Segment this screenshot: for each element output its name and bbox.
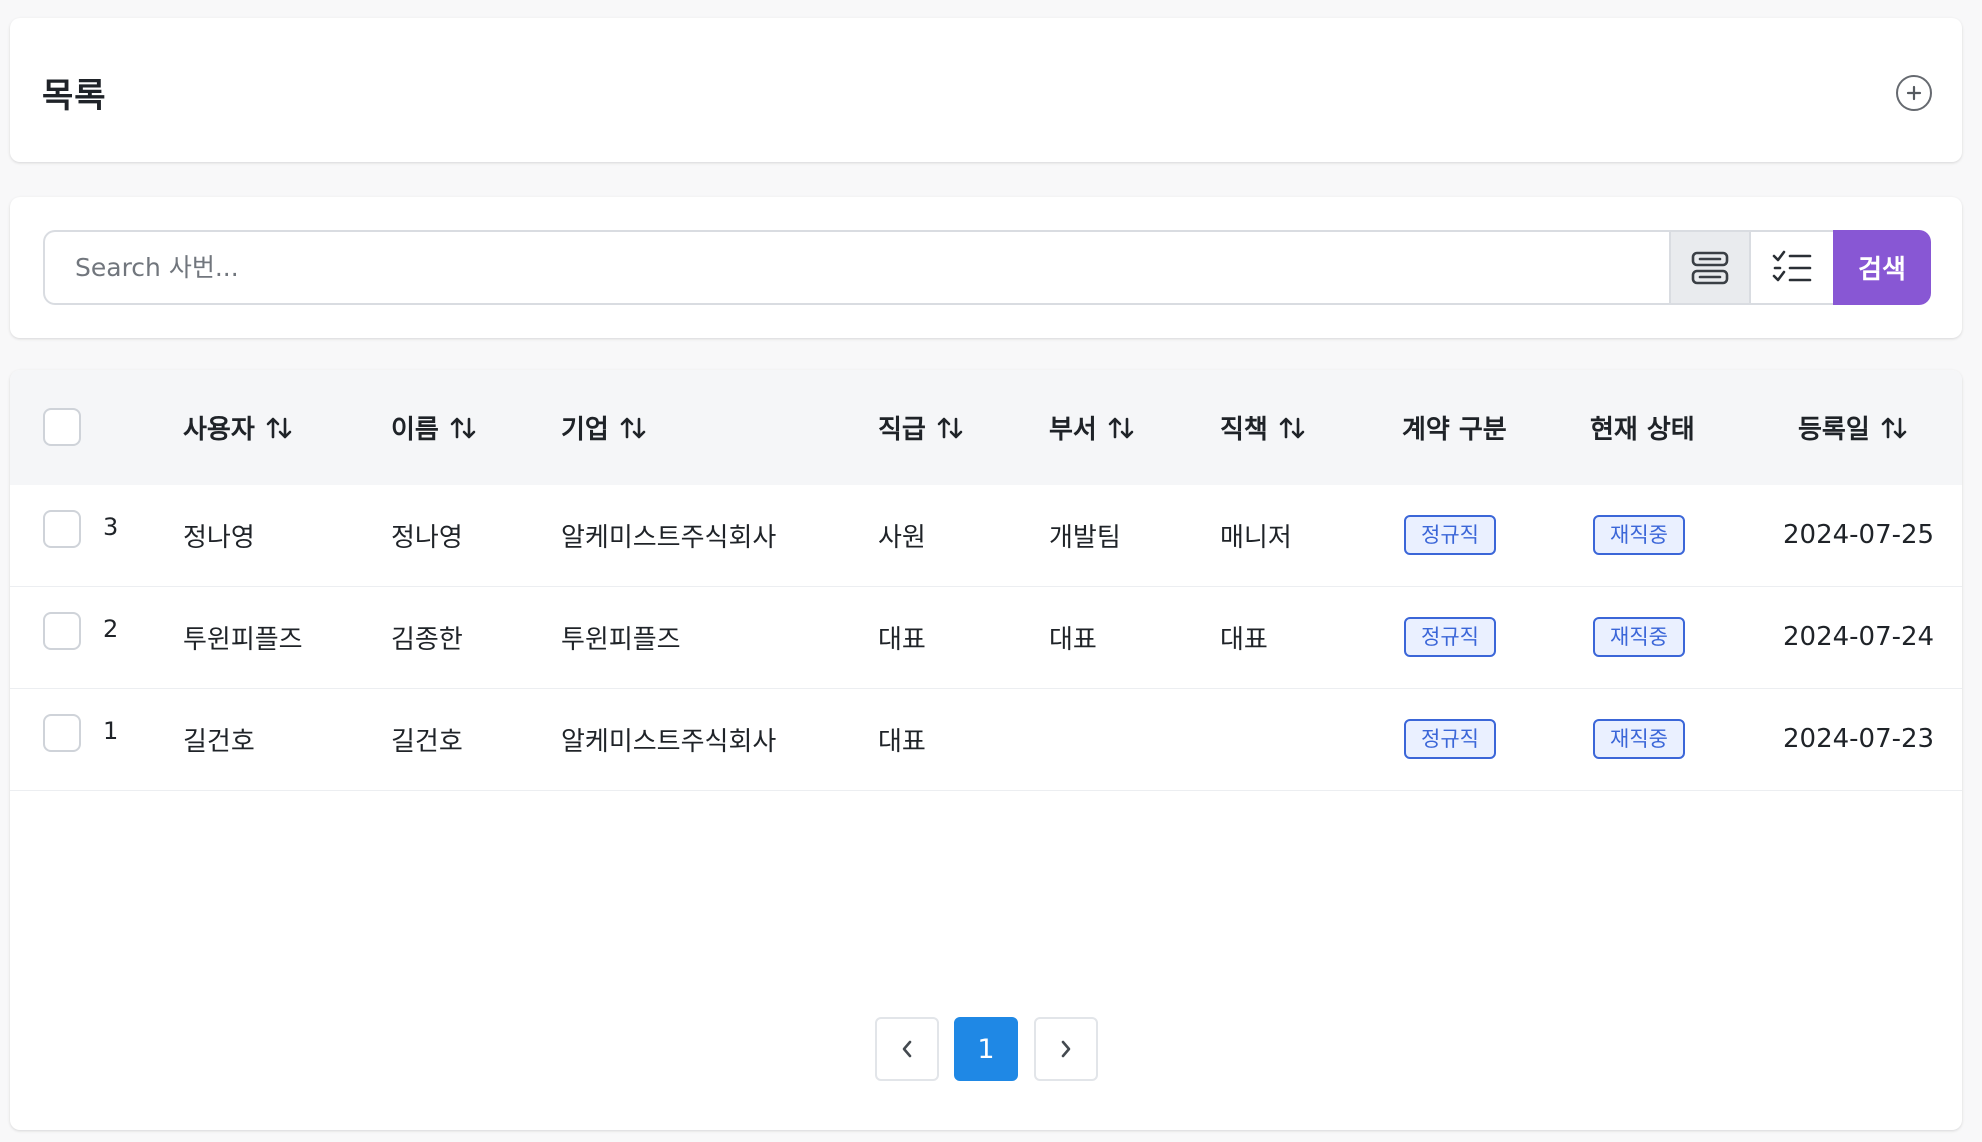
cell-user: 정나영 bbox=[183, 522, 255, 553]
column-header-rank[interactable]: 직급 bbox=[878, 370, 964, 485]
cell-company: 투윈피플즈 bbox=[561, 624, 681, 655]
cell-registered: 2024-07-25 bbox=[1783, 520, 1935, 550]
status-badge: 재직중 bbox=[1593, 719, 1685, 759]
search-card: 검색 bbox=[10, 197, 1962, 338]
column-label: 사용자 bbox=[183, 415, 255, 445]
row-id: 1 bbox=[103, 717, 119, 745]
table-card: 사용자 이름 기업 직급 부서 직책 계약 구분 현재 상태 등록일 3 정나영… bbox=[10, 370, 1962, 1130]
sort-icon bbox=[265, 416, 293, 440]
column-label: 기업 bbox=[561, 415, 609, 445]
cell-contract: 정규직 bbox=[1404, 689, 1496, 789]
next-page-button[interactable] bbox=[1034, 1017, 1098, 1081]
status-badge: 재직중 bbox=[1593, 617, 1685, 657]
column-label: 현재 상태 bbox=[1590, 415, 1695, 445]
column-label: 이름 bbox=[391, 415, 439, 445]
column-label: 계약 구분 bbox=[1402, 415, 1507, 445]
cell-name: 정나영 bbox=[391, 522, 463, 553]
search-bar: 검색 bbox=[43, 230, 1931, 305]
row-checkbox[interactable] bbox=[43, 714, 81, 752]
row-checkbox[interactable] bbox=[43, 510, 81, 548]
checklist-icon bbox=[1772, 250, 1812, 281]
server-list-icon bbox=[1691, 251, 1729, 284]
add-button[interactable] bbox=[1896, 75, 1932, 111]
cell-user: 투윈피플즈 bbox=[183, 624, 303, 655]
page-title: 목록 bbox=[42, 76, 107, 116]
row-id: 2 bbox=[103, 615, 119, 643]
row-checkbox[interactable] bbox=[43, 612, 81, 650]
cell-rank: 대표 bbox=[878, 624, 926, 655]
contract-badge: 정규직 bbox=[1404, 617, 1496, 657]
header-card: 목록 bbox=[10, 18, 1962, 162]
column-label: 직급 bbox=[878, 415, 926, 445]
column-label: 직책 bbox=[1220, 415, 1268, 445]
search-input[interactable] bbox=[43, 230, 1669, 305]
cell-dept: 개발팀 bbox=[1049, 522, 1121, 553]
pagination: 1 bbox=[10, 1017, 1962, 1081]
cell-contract: 정규직 bbox=[1404, 587, 1496, 687]
status-badge: 재직중 bbox=[1593, 515, 1685, 555]
checklist-view-button[interactable] bbox=[1751, 230, 1833, 305]
contract-badge: 정규직 bbox=[1404, 515, 1496, 555]
prev-page-button[interactable] bbox=[875, 1017, 939, 1081]
sort-icon bbox=[1107, 416, 1135, 440]
column-header-dept[interactable]: 부서 bbox=[1049, 370, 1135, 485]
table-row[interactable]: 2 투윈피플즈 김종한 투윈피플즈 대표 대표 대표 정규직 재직중 2024-… bbox=[10, 587, 1962, 689]
column-header-contract: 계약 구분 bbox=[1402, 370, 1507, 485]
column-header-company[interactable]: 기업 bbox=[561, 370, 647, 485]
chevron-right-icon bbox=[1061, 1040, 1071, 1058]
chevron-left-icon bbox=[902, 1040, 912, 1058]
sort-icon bbox=[1880, 416, 1908, 440]
sort-icon bbox=[1278, 416, 1306, 440]
cell-status: 재직중 bbox=[1593, 689, 1685, 789]
list-view-button[interactable] bbox=[1669, 230, 1751, 305]
cell-name: 길건호 bbox=[391, 726, 463, 757]
page-button-current[interactable]: 1 bbox=[954, 1017, 1018, 1081]
cell-dept: 대표 bbox=[1049, 624, 1097, 655]
column-label: 부서 bbox=[1049, 415, 1097, 445]
column-header-status: 현재 상태 bbox=[1590, 370, 1695, 485]
cell-position: 대표 bbox=[1220, 624, 1268, 655]
cell-name: 김종한 bbox=[391, 624, 463, 655]
plus-circle-icon bbox=[1906, 85, 1922, 101]
sort-icon bbox=[936, 416, 964, 440]
sort-icon bbox=[449, 416, 477, 440]
column-header-name[interactable]: 이름 bbox=[391, 370, 477, 485]
table-header: 사용자 이름 기업 직급 부서 직책 계약 구분 현재 상태 등록일 bbox=[10, 370, 1962, 485]
column-label: 등록일 bbox=[1798, 415, 1870, 445]
cell-rank: 사원 bbox=[878, 522, 926, 553]
search-button[interactable]: 검색 bbox=[1833, 230, 1931, 305]
sort-icon bbox=[619, 416, 647, 440]
column-header-registered[interactable]: 등록일 bbox=[1798, 370, 1908, 485]
cell-contract: 정규직 bbox=[1404, 485, 1496, 585]
contract-badge: 정규직 bbox=[1404, 719, 1496, 759]
cell-rank: 대표 bbox=[878, 726, 926, 757]
table-row[interactable]: 1 길건호 길건호 알케미스트주식회사 대표 정규직 재직중 2024-07-2… bbox=[10, 689, 1962, 791]
table-row[interactable]: 3 정나영 정나영 알케미스트주식회사 사원 개발팀 매니저 정규직 재직중 2… bbox=[10, 485, 1962, 587]
cell-status: 재직중 bbox=[1593, 485, 1685, 585]
column-header-user[interactable]: 사용자 bbox=[183, 370, 293, 485]
cell-company: 알케미스트주식회사 bbox=[561, 726, 777, 757]
cell-position: 매니저 bbox=[1220, 522, 1292, 553]
cell-status: 재직중 bbox=[1593, 587, 1685, 687]
column-header-position[interactable]: 직책 bbox=[1220, 370, 1306, 485]
cell-company: 알케미스트주식회사 bbox=[561, 522, 777, 553]
cell-user: 길건호 bbox=[183, 726, 255, 757]
cell-registered: 2024-07-23 bbox=[1783, 724, 1935, 754]
cell-registered: 2024-07-24 bbox=[1783, 622, 1935, 652]
row-id: 3 bbox=[103, 513, 119, 541]
select-all-checkbox[interactable] bbox=[43, 408, 81, 446]
